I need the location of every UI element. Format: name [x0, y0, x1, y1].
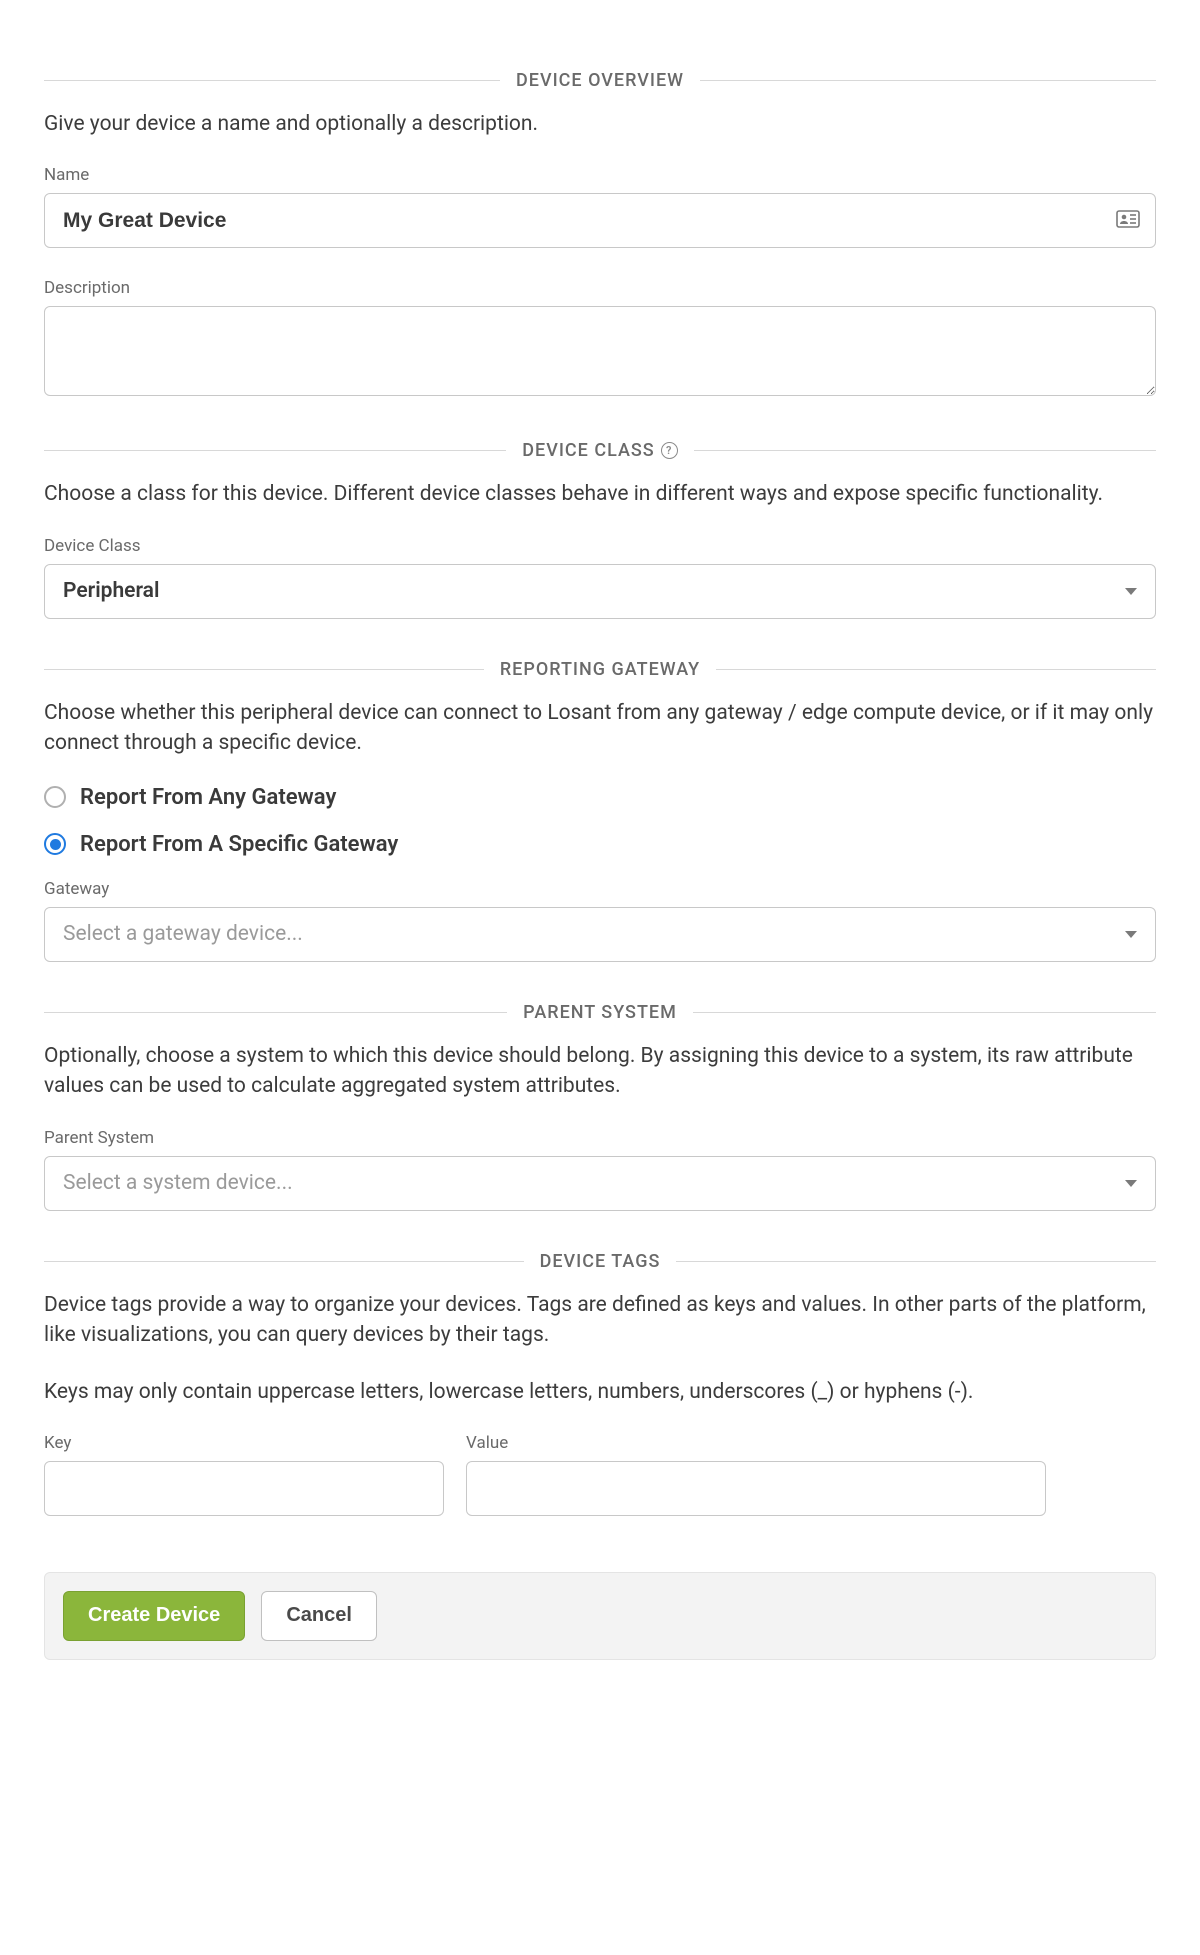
device-class-value: Peripheral: [63, 579, 159, 603]
section-header-reporting-gateway: REPORTING GATEWAY: [44, 659, 1156, 680]
device-tags-description: Device tags provide a way to organize yo…: [44, 1290, 1156, 1351]
description-label: Description: [44, 278, 1156, 298]
help-icon[interactable]: ?: [661, 442, 678, 459]
parent-system-placeholder: Select a system device...: [63, 1171, 293, 1195]
section-title: DEVICE TAGS: [524, 1251, 677, 1272]
section-title: REPORTING GATEWAY: [484, 659, 716, 680]
radio-label: Report From Any Gateway: [80, 785, 336, 810]
radio-checked-icon: [44, 833, 66, 855]
section-header-overview: DEVICE OVERVIEW: [44, 70, 1156, 91]
create-device-button[interactable]: Create Device: [63, 1591, 245, 1641]
section-header-device-class: DEVICE CLASS ?: [44, 440, 1156, 461]
tag-value-label: Value: [466, 1433, 1046, 1453]
caret-down-icon: [1125, 588, 1137, 595]
device-class-label: Device Class: [44, 536, 1156, 556]
cancel-button[interactable]: Cancel: [261, 1591, 377, 1641]
parent-system-select[interactable]: Select a system device...: [44, 1156, 1156, 1211]
section-title: DEVICE CLASS: [522, 440, 654, 461]
radio-any-gateway[interactable]: Report From Any Gateway: [44, 785, 1156, 810]
radio-icon: [44, 786, 66, 808]
footer-bar: Create Device Cancel: [44, 1572, 1156, 1660]
radio-label: Report From A Specific Gateway: [80, 832, 398, 857]
gateway-placeholder: Select a gateway device...: [63, 922, 303, 946]
caret-down-icon: [1125, 931, 1137, 938]
reporting-gateway-description: Choose whether this peripheral device ca…: [44, 698, 1156, 759]
section-header-device-tags: DEVICE TAGS: [44, 1251, 1156, 1272]
caret-down-icon: [1125, 1180, 1137, 1187]
section-title: PARENT SYSTEM: [507, 1002, 693, 1023]
device-class-select[interactable]: Peripheral: [44, 564, 1156, 619]
section-header-parent-system: PARENT SYSTEM: [44, 1002, 1156, 1023]
tag-value-input[interactable]: [466, 1461, 1046, 1516]
tag-key-label: Key: [44, 1433, 444, 1453]
overview-description: Give your device a name and optionally a…: [44, 109, 1156, 139]
device-tags-note: Keys may only contain uppercase letters,…: [44, 1377, 1156, 1407]
name-label: Name: [44, 165, 1156, 185]
device-class-description: Choose a class for this device. Differen…: [44, 479, 1156, 509]
gateway-label: Gateway: [44, 879, 1156, 899]
radio-specific-gateway[interactable]: Report From A Specific Gateway: [44, 832, 1156, 857]
id-card-icon: [1116, 210, 1140, 232]
description-textarea[interactable]: [44, 306, 1156, 396]
section-title: DEVICE OVERVIEW: [500, 70, 700, 91]
gateway-select[interactable]: Select a gateway device...: [44, 907, 1156, 962]
name-input[interactable]: [44, 193, 1156, 248]
tag-key-input[interactable]: [44, 1461, 444, 1516]
parent-system-label: Parent System: [44, 1128, 1156, 1148]
parent-system-description: Optionally, choose a system to which thi…: [44, 1041, 1156, 1102]
